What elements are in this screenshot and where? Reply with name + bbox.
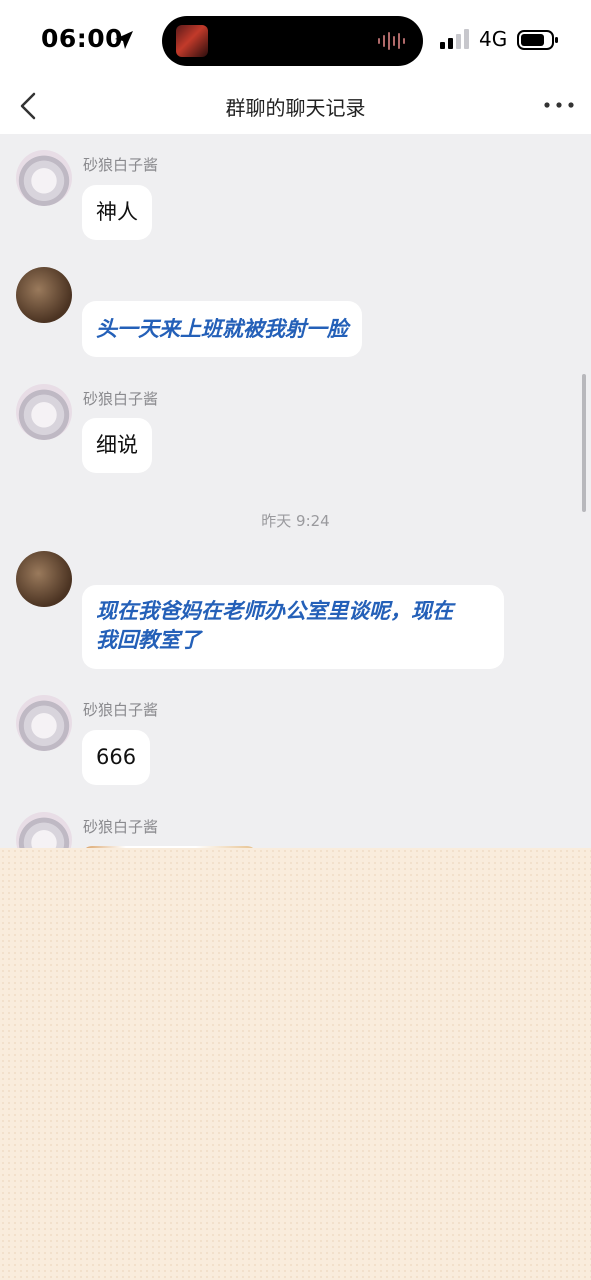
scrollbar[interactable] (582, 374, 586, 512)
timestamp: 昨天 9:24 (261, 512, 330, 530)
avatar[interactable] (16, 812, 72, 848)
sender-name: 砂狼白子酱 (83, 701, 159, 719)
message-line: 现在我爸妈在老师办公室里谈呢，现在 (96, 599, 453, 623)
sender-name: 砂狼白子酱 (83, 156, 159, 174)
avatar[interactable] (16, 150, 72, 206)
message-bubble[interactable]: 神人 (82, 185, 152, 240)
nav-bar: 群聊的聊天记录 (0, 80, 591, 134)
signal-icon (440, 29, 469, 49)
page-title: 群聊的聊天记录 (225, 96, 366, 120)
location-arrow-icon (115, 31, 133, 49)
album-art (176, 25, 208, 57)
network-type: 4G (479, 27, 508, 51)
chat-history[interactable]: 砂狼白子酱 神人 头一天来上班就被我射一脸 砂狼白子酱 细说 昨天 9:24 现… (0, 134, 591, 848)
avatar[interactable] (16, 267, 72, 323)
avatar[interactable] (16, 551, 72, 607)
status-time: 06:00 (41, 24, 124, 53)
avatar[interactable] (16, 384, 72, 440)
more-dots-icon[interactable] (543, 100, 575, 110)
status-bar: 06:00 4G (0, 0, 591, 80)
message-bubble[interactable]: 666 (82, 730, 151, 785)
avatar[interactable] (16, 695, 72, 751)
message-bubble[interactable]: 细说 (82, 418, 152, 473)
message-line: 我回教室了 (96, 628, 201, 652)
sender-name: 砂狼白子酱 (83, 818, 159, 836)
sender-name: 砂狼白子酱 (83, 390, 159, 408)
battery-icon (517, 30, 558, 50)
message-bubble[interactable]: 头一天来上班就被我射一脸 (82, 301, 362, 357)
audio-wave-icon (378, 32, 405, 50)
message-bubble[interactable]: 现在我爸妈在老师办公室里谈呢，现在 我回教室了 (82, 585, 504, 669)
dynamic-island[interactable] (162, 16, 423, 66)
image-overlay-panel (0, 848, 591, 1280)
